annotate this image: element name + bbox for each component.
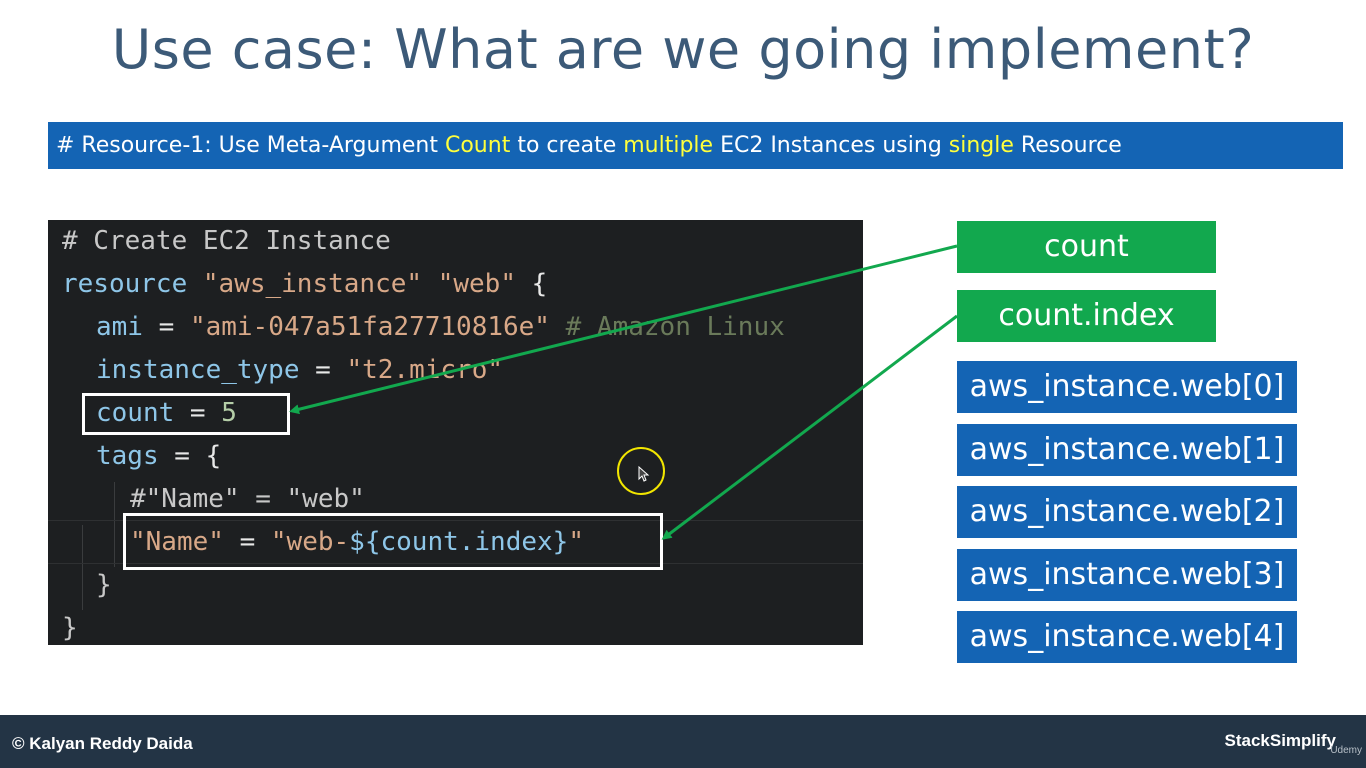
copyright-text: © Kalyan Reddy Daida [12, 734, 193, 753]
arrow-overlay [289, 244, 958, 540]
udemy-watermark: Udemy [1330, 745, 1362, 756]
brand-logo: StackSimplify [1224, 731, 1337, 750]
footer-bar: © Kalyan Reddy Daida StackSimplify Udemy [0, 715, 1366, 768]
mouse-pointer-icon [638, 466, 650, 482]
arrow-count [289, 244, 958, 415]
arrow-count-index [661, 314, 958, 540]
